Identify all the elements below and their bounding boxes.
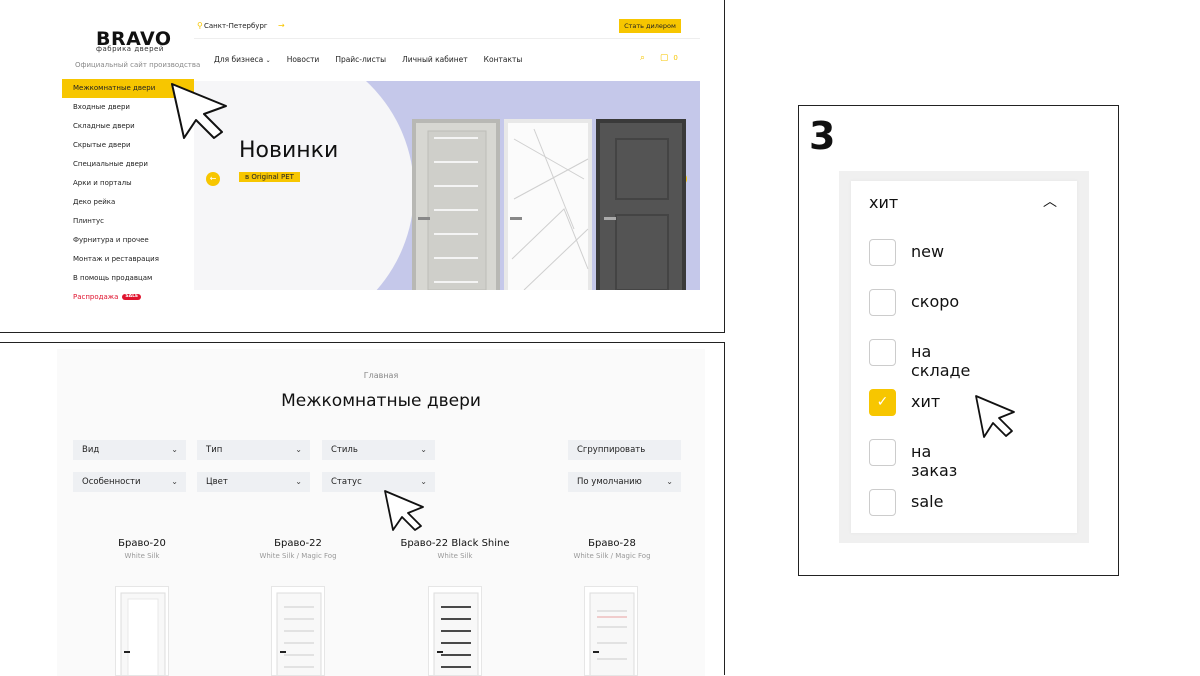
panel-catalog: Главная Межкомнатные двери Вид ⌄ Тип ⌄ Сти…: [0, 342, 725, 676]
status-dropdown[interactable]: хит ︿ new скоро на складе ✓ хит на заказ …: [851, 181, 1077, 533]
filter-tip[interactable]: Тип ⌄: [197, 440, 310, 460]
chevron-down-icon: ⌄: [171, 445, 178, 454]
become-dealer-button[interactable]: Стать дилером: [619, 19, 681, 33]
filter-osobennosti-label: Особенности: [82, 477, 141, 487]
mouse-cursor-icon: [384, 490, 424, 531]
city-selector[interactable]: Санкт-Петербург: [204, 22, 268, 30]
breadcrumb[interactable]: Главная: [57, 371, 705, 380]
product-name: Браво-28: [588, 538, 636, 549]
option-label: на складе: [911, 342, 971, 380]
menu-item-sale-label: Распродажа: [73, 293, 119, 301]
sort-select[interactable]: По умолчанию ⌄: [568, 472, 681, 492]
checkbox[interactable]: [869, 289, 896, 316]
panel-homepage: BRAVO фабрика дверей Официальный сайт пр…: [0, 0, 725, 333]
option-label: на заказ: [911, 442, 958, 480]
header-icons: ⌕ ▢ 0: [640, 53, 678, 63]
nav-business-label: Для бизнеса: [214, 55, 264, 64]
filter-vid-label: Вид: [82, 445, 100, 455]
hero-prev-arrow-icon[interactable]: ←: [206, 172, 220, 186]
step-number-3: 3: [809, 114, 836, 158]
filter-cvet[interactable]: Цвет ⌄: [197, 472, 310, 492]
sale-badge: SALE: [122, 294, 142, 300]
logo-subtitle: фабрика дверей: [96, 45, 164, 53]
chevron-down-icon: ⌄: [666, 477, 673, 486]
option-label: new: [911, 242, 945, 261]
product-name: Браво-22: [274, 538, 322, 549]
chevron-down-icon: ⌄: [171, 477, 178, 486]
product-image-door[interactable]: [115, 586, 169, 676]
door-image-dark: [596, 119, 686, 290]
menu-item-special-doors[interactable]: Специальные двери: [62, 155, 194, 174]
hero-title: Новинки: [239, 138, 339, 163]
product-variant: White Silk: [124, 552, 160, 560]
top-bar: ⚲ Санкт-Петербург → Стать дилером: [194, 17, 700, 39]
location-pin-icon: ⚲: [197, 21, 203, 30]
menu-item-arches[interactable]: Арки и порталы: [62, 174, 194, 193]
product-image-door[interactable]: [428, 586, 482, 676]
nav-news[interactable]: Новости: [287, 55, 320, 64]
option-label: скоро: [911, 292, 960, 311]
filter-stil[interactable]: Стиль ⌄: [322, 440, 435, 460]
official-site-label: Официальный сайт производства: [75, 61, 201, 69]
product-card[interactable]: Браво-20 White Silk: [67, 538, 217, 560]
chevron-down-icon: ⌄: [295, 445, 302, 454]
filter-vid[interactable]: Вид ⌄: [73, 440, 186, 460]
search-icon[interactable]: ⌕: [640, 53, 645, 63]
group-button[interactable]: Сгруппировать: [568, 440, 681, 460]
product-variant: White Silk / Magic Fog: [259, 552, 337, 560]
filter-status-label: Статус: [331, 477, 362, 487]
catalog-page: Главная Межкомнатные двери Вид ⌄ Тип ⌄ Сти…: [57, 349, 705, 676]
nav-account[interactable]: Личный кабинет: [402, 55, 468, 64]
filter-cvet-label: Цвет: [206, 477, 228, 487]
nav-business[interactable]: Для бизнеса ⌄: [214, 55, 271, 64]
door-image-white-lines: [504, 119, 592, 290]
sort-select-label: По умолчанию: [577, 477, 642, 487]
cart-count: 0: [673, 54, 678, 62]
chevron-up-icon[interactable]: ︿: [1043, 191, 1057, 211]
menu-item-hardware[interactable]: Фурнитура и прочее: [62, 231, 194, 250]
hero-banner[interactable]: Новинки в Original PET ← →: [194, 81, 700, 290]
checkmark-icon: ✓: [876, 394, 889, 410]
product-name: Браво-20: [118, 538, 166, 549]
cart-icon[interactable]: ▢: [660, 53, 669, 63]
hero-subtitle: в Original PET: [239, 172, 300, 182]
dropdown-selected-value[interactable]: хит: [869, 193, 898, 212]
nav-price-lists[interactable]: Прайс-листы: [335, 55, 386, 64]
product-card[interactable]: Браво-22 Black Shine White Silk: [380, 538, 530, 560]
product-variant: White Silk: [437, 552, 473, 560]
menu-item-plinth[interactable]: Плинтус: [62, 212, 194, 231]
chevron-down-icon: ⌄: [295, 477, 302, 486]
panel-status-dropdown: 3 хит ︿ new скоро на складе ✓ хит на зака…: [798, 105, 1119, 576]
checkbox-checked[interactable]: ✓: [869, 389, 896, 416]
chevron-down-icon: ⌄: [420, 445, 427, 454]
login-icon[interactable]: →: [278, 21, 285, 30]
product-variant: White Silk / Magic Fog: [573, 552, 651, 560]
option-label: sale: [911, 492, 944, 511]
filter-tip-label: Тип: [206, 445, 223, 455]
menu-item-sale[interactable]: Распродажа SALE: [62, 288, 194, 307]
main-nav: Для бизнеса ⌄ Новости Прайс-листы Личный…: [214, 55, 522, 64]
door-image-light-glass: [412, 119, 500, 290]
mouse-cursor-icon: [975, 395, 1015, 438]
checkbox[interactable]: [869, 239, 896, 266]
checkbox[interactable]: [869, 339, 896, 366]
filter-osobennosti[interactable]: Особенности ⌄: [73, 472, 186, 492]
menu-item-sellers-help[interactable]: В помощь продавцам: [62, 269, 194, 288]
product-card[interactable]: Браво-28 White Silk / Magic Fog: [537, 538, 687, 560]
product-image-door[interactable]: [271, 586, 325, 676]
option-label: хит: [911, 392, 941, 411]
checkbox[interactable]: [869, 489, 896, 516]
mouse-cursor-icon: [171, 83, 227, 139]
chevron-down-icon: ⌄: [265, 57, 271, 64]
checkbox[interactable]: [869, 439, 896, 466]
menu-item-installation[interactable]: Монтаж и реставрация: [62, 250, 194, 269]
menu-item-deco[interactable]: Деко рейка: [62, 193, 194, 212]
filter-stil-label: Стиль: [331, 445, 358, 455]
product-card[interactable]: Браво-22 White Silk / Magic Fog: [223, 538, 373, 560]
nav-contacts[interactable]: Контакты: [484, 55, 523, 64]
page-title: Межкомнатные двери: [281, 391, 481, 411]
product-name: Браво-22 Black Shine: [400, 538, 510, 549]
product-image-door[interactable]: [584, 586, 638, 676]
